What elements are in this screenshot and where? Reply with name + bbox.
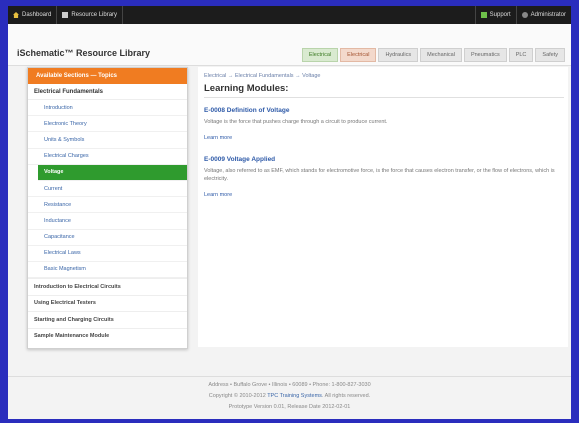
resource-library-link[interactable]: Resource Library (57, 6, 124, 24)
breadcrumb[interactable]: Electrical → Electrical Fundamentals → V… (204, 73, 320, 79)
module-card: E-0008 Definition of Voltage Voltage is … (204, 107, 564, 144)
tab-4[interactable]: Pneumatics (463, 48, 507, 62)
module-title[interactable]: E-0009 Voltage Applied (204, 156, 564, 163)
sidebar-section[interactable]: Using Electrical Testers (28, 294, 187, 312)
learn-more-link[interactable]: Learn more (204, 192, 232, 198)
sidebar-item[interactable]: Resistance (28, 197, 187, 214)
sidebar-item[interactable]: Capacitance (28, 230, 187, 246)
sidebar: Available Sections — Topics Electrical F… (27, 67, 188, 349)
sidebar-section[interactable]: Starting and Charging Circuits (28, 311, 187, 328)
module-card: E-0009 Voltage Applied Voltage, also ref… (204, 156, 564, 201)
sidebar-item[interactable]: Electrical Charges (28, 149, 187, 165)
user-label: Administrator (530, 12, 566, 18)
tab-5[interactable]: PLC (508, 48, 534, 62)
copyright-text: Copyright © 2010-2012 (208, 393, 266, 399)
sidebar-item[interactable]: Electrical Laws (28, 246, 187, 262)
divider (204, 97, 564, 98)
support-link[interactable]: Support (474, 6, 517, 24)
page-header: iSchematic™ Resource Library Electrical … (8, 24, 571, 66)
flag-icon (480, 12, 487, 18)
book-icon (62, 12, 69, 18)
footer-version: Prototype Version 0.01, Release Date 201… (228, 404, 351, 410)
sidebar-item[interactable]: Introduction (28, 100, 187, 117)
tab-1[interactable]: Electrical (340, 48, 377, 62)
tab-3[interactable]: Mechanical (420, 48, 462, 62)
sidebar-item[interactable]: Basic Magnetism (28, 262, 187, 279)
module-description: Voltage is the force that pushes charge … (204, 119, 388, 125)
footer: Address • Buffalo Grove • Illinois • 600… (8, 376, 571, 419)
tab-2[interactable]: Hydraulics (378, 48, 419, 62)
support-label: Support (489, 12, 511, 18)
sidebar-section[interactable]: Sample Maintenance Module (28, 327, 187, 345)
sidebar-item-active[interactable]: Voltage (38, 164, 187, 181)
tab-0[interactable]: Electrical (301, 48, 339, 62)
page-title: Learning Modules: (204, 83, 289, 94)
sidebar-item[interactable]: Inductance (28, 213, 187, 230)
sidebar-item[interactable]: Electronic Theory (28, 116, 187, 133)
main-content: Electrical → Electrical Fundamentals → V… (198, 67, 568, 347)
page: iSchematic™ Resource Library Electrical … (8, 24, 571, 419)
footer-copyright: Copyright © 2010-2012 TPC Training Syste… (8, 393, 571, 399)
module-tabs: Electrical Electrical Hydraulics Mechani… (301, 48, 565, 62)
tab-6[interactable]: Safety (535, 48, 565, 62)
company-link[interactable]: TPC Training Systems (267, 393, 322, 399)
sidebar-heading: Available Sections — Topics (28, 68, 187, 84)
footer-address: Address • Buffalo Grove • Illinois • 600… (208, 382, 371, 388)
dashboard-link[interactable]: Dashboard (8, 6, 58, 24)
sidebar-item[interactable]: Current (28, 181, 187, 198)
sidebar-section[interactable]: Introduction to Electrical Circuits (28, 278, 187, 295)
user-menu[interactable]: Administrator (517, 6, 571, 24)
copyright-suffix: . All rights reserved. (321, 393, 371, 399)
module-title[interactable]: E-0008 Definition of Voltage (204, 107, 564, 114)
top-navigation-bar: Dashboard Resource Library Support Admin… (8, 6, 571, 24)
sidebar-item[interactable]: Units & Symbols (28, 132, 187, 149)
dashboard-label: Dashboard (22, 12, 52, 18)
sidebar-section-title[interactable]: Electrical Fundamentals (28, 84, 187, 100)
module-description: Voltage, also referred to as EMF, which … (204, 168, 555, 182)
gear-icon (521, 12, 528, 18)
learn-more-link[interactable]: Learn more (204, 135, 232, 141)
home-icon (13, 12, 19, 18)
resource-library-label: Resource Library (71, 12, 118, 18)
brand-title: iSchematic™ Resource Library (17, 48, 151, 58)
